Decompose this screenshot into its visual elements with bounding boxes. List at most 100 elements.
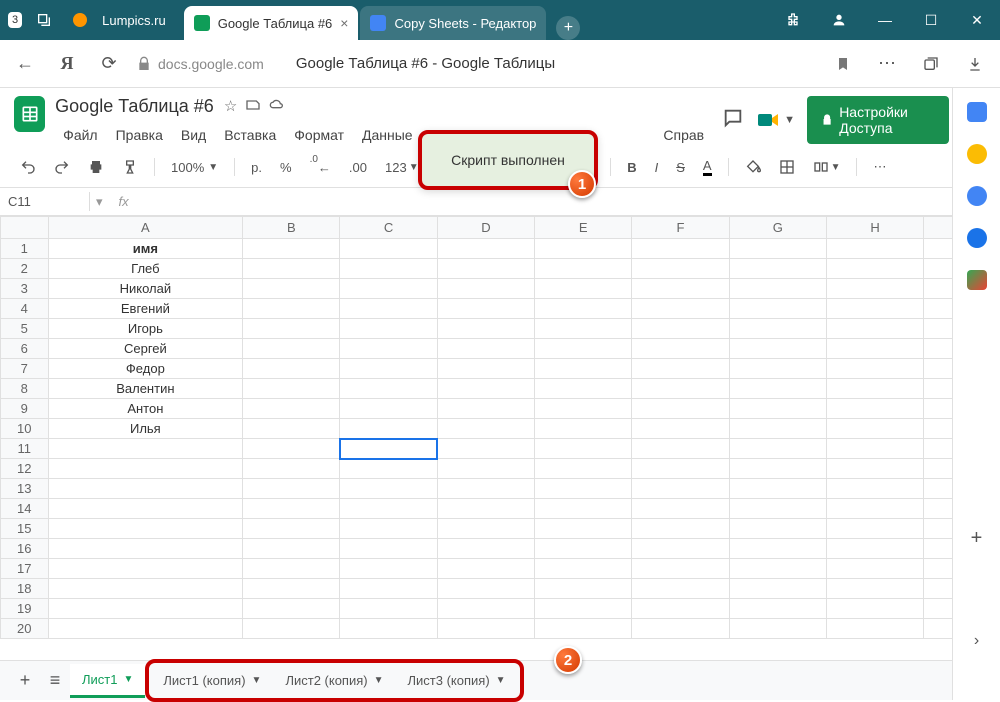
- row-header[interactable]: 2: [1, 259, 49, 279]
- cell[interactable]: [632, 339, 729, 359]
- cell[interactable]: [535, 259, 632, 279]
- row-header[interactable]: 19: [1, 599, 49, 619]
- cell[interactable]: [340, 339, 437, 359]
- cell[interactable]: [535, 479, 632, 499]
- text-color-button[interactable]: A: [697, 154, 718, 180]
- pin-icon[interactable]: [30, 6, 58, 34]
- column-header[interactable]: F: [632, 217, 729, 239]
- strike-button[interactable]: S: [670, 156, 691, 179]
- cell[interactable]: [243, 559, 340, 579]
- cell[interactable]: [437, 499, 534, 519]
- add-on-button[interactable]: +: [971, 527, 983, 550]
- row-header[interactable]: 12: [1, 459, 49, 479]
- minimize-button[interactable]: —: [862, 0, 908, 40]
- menu-view[interactable]: Вид: [173, 123, 214, 147]
- cell[interactable]: [632, 259, 729, 279]
- cell[interactable]: [826, 279, 923, 299]
- cell[interactable]: [632, 379, 729, 399]
- cell[interactable]: [437, 559, 534, 579]
- reload-button[interactable]: ⟳: [94, 49, 124, 79]
- cell[interactable]: [826, 459, 923, 479]
- cell[interactable]: [826, 379, 923, 399]
- column-header[interactable]: C: [340, 217, 437, 239]
- cell[interactable]: [243, 579, 340, 599]
- cell[interactable]: Глеб: [48, 259, 243, 279]
- menu-edit[interactable]: Правка: [108, 123, 171, 147]
- name-box-dropdown[interactable]: ▾: [90, 194, 109, 210]
- cell[interactable]: [826, 259, 923, 279]
- cell[interactable]: [243, 319, 340, 339]
- cell[interactable]: Сергей: [48, 339, 243, 359]
- cell[interactable]: [48, 599, 243, 619]
- menu-insert[interactable]: Вставка: [216, 123, 284, 147]
- currency-button[interactable]: р.: [245, 156, 268, 179]
- cell[interactable]: [437, 359, 534, 379]
- cell[interactable]: [437, 599, 534, 619]
- cell[interactable]: [729, 579, 826, 599]
- cell[interactable]: [243, 459, 340, 479]
- cell[interactable]: [437, 339, 534, 359]
- cell[interactable]: [535, 619, 632, 639]
- sheet-tab-active[interactable]: Лист1▼: [70, 664, 145, 698]
- sheets-logo-icon[interactable]: [14, 96, 45, 132]
- cell[interactable]: [729, 479, 826, 499]
- row-header[interactable]: 8: [1, 379, 49, 399]
- cell[interactable]: [48, 479, 243, 499]
- row-header[interactable]: 16: [1, 539, 49, 559]
- cell[interactable]: Илья: [48, 419, 243, 439]
- cell[interactable]: [340, 539, 437, 559]
- side-panel-collapse[interactable]: ›: [974, 632, 979, 650]
- cell[interactable]: [340, 359, 437, 379]
- bold-button[interactable]: B: [621, 156, 642, 179]
- cell[interactable]: Николай: [48, 279, 243, 299]
- cell[interactable]: [340, 599, 437, 619]
- menu-format[interactable]: Формат: [286, 123, 352, 147]
- menu-help[interactable]: Справ: [655, 123, 712, 147]
- star-icon[interactable]: ☆: [224, 97, 237, 117]
- cell[interactable]: [729, 439, 826, 459]
- cell[interactable]: [632, 239, 729, 259]
- spreadsheet-grid[interactable]: ABCDEFGHI1имя2Глеб3Николай4Евгений5Игорь…: [0, 216, 1000, 641]
- cell[interactable]: [535, 519, 632, 539]
- cell[interactable]: [535, 359, 632, 379]
- bookmark-icon[interactable]: [828, 49, 858, 79]
- maps-icon[interactable]: [967, 270, 987, 290]
- cell[interactable]: [437, 319, 534, 339]
- cell[interactable]: [535, 419, 632, 439]
- cell[interactable]: [437, 299, 534, 319]
- zoom-select[interactable]: 100% ▼: [165, 156, 224, 179]
- cell[interactable]: [437, 539, 534, 559]
- tasks-icon[interactable]: [967, 186, 987, 206]
- cell[interactable]: [729, 559, 826, 579]
- cell[interactable]: [535, 379, 632, 399]
- cell[interactable]: [535, 339, 632, 359]
- cell[interactable]: [437, 459, 534, 479]
- cell[interactable]: [340, 239, 437, 259]
- percent-button[interactable]: %: [274, 156, 298, 179]
- cell[interactable]: [340, 399, 437, 419]
- sheet-tab-copy[interactable]: Лист1 (копия)▼: [151, 665, 273, 696]
- cell[interactable]: [243, 259, 340, 279]
- cell[interactable]: [632, 579, 729, 599]
- cell[interactable]: Евгений: [48, 299, 243, 319]
- download-icon[interactable]: [960, 49, 990, 79]
- cell[interactable]: [729, 519, 826, 539]
- home-badge[interactable]: 3: [8, 12, 22, 28]
- cell[interactable]: [729, 299, 826, 319]
- cell[interactable]: [437, 479, 534, 499]
- comment-history-icon[interactable]: [722, 107, 744, 134]
- cell[interactable]: [632, 599, 729, 619]
- name-box[interactable]: C11: [0, 192, 90, 211]
- row-header[interactable]: 4: [1, 299, 49, 319]
- cell[interactable]: [243, 539, 340, 559]
- cell[interactable]: [729, 239, 826, 259]
- new-tab-button[interactable]: +: [556, 16, 580, 40]
- toolbar-more-button[interactable]: ⋯: [867, 155, 892, 179]
- cell[interactable]: Антон: [48, 399, 243, 419]
- cell[interactable]: [340, 479, 437, 499]
- row-header[interactable]: 3: [1, 279, 49, 299]
- close-icon[interactable]: ×: [340, 15, 348, 31]
- cell[interactable]: [632, 279, 729, 299]
- cell[interactable]: [437, 279, 534, 299]
- fill-color-button[interactable]: [739, 155, 767, 179]
